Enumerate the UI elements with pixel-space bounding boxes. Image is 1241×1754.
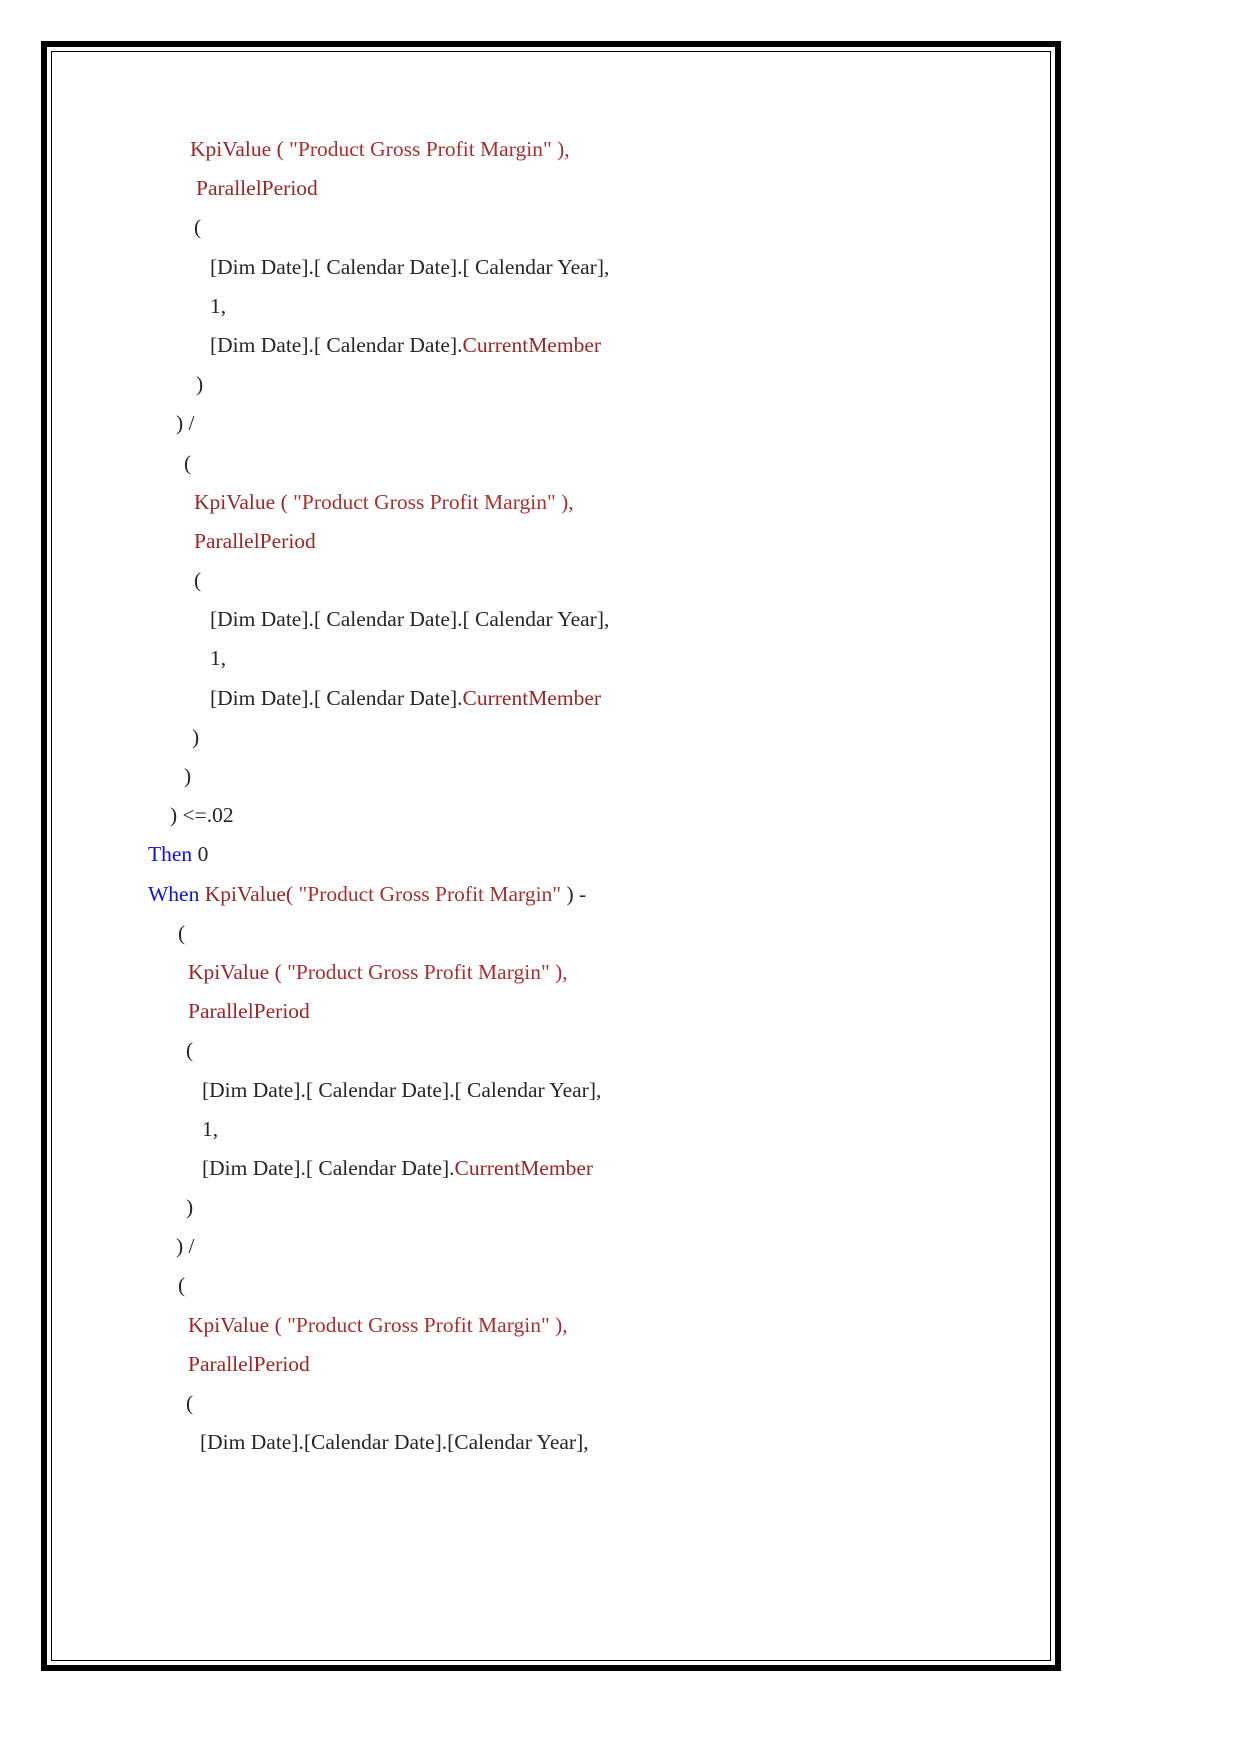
- code-line: (: [148, 444, 1040, 483]
- code-token: "Product Gross Profit Margin": [293, 489, 556, 514]
- code-token: ),: [551, 137, 570, 161]
- code-line: ParallelPeriod: [148, 992, 1040, 1031]
- code-token: (: [186, 1038, 194, 1063]
- code-line: (: [148, 1266, 1040, 1305]
- code-token: (: [178, 920, 186, 945]
- code-token: ): [184, 764, 192, 788]
- code-token: (: [275, 489, 294, 514]
- code-line: ): [148, 757, 1040, 796]
- code-line: [Dim Date].[ Calendar Date].[ Calendar Y…: [148, 600, 1040, 639]
- page-inner-border: KpiValue ( "Product Gross Profit Margin"…: [51, 51, 1051, 1661]
- code-line: ) /: [148, 1227, 1040, 1266]
- code-token: ),: [549, 1312, 568, 1337]
- code-token: 1,: [202, 1116, 219, 1141]
- code-line: KpiValue ( "Product Gross Profit Margin"…: [148, 1306, 1040, 1345]
- code-token: [Dim Date].[Calendar Date].[Calendar Yea…: [200, 1430, 589, 1455]
- code-token: 1,: [210, 646, 227, 671]
- code-token: ),: [555, 489, 574, 514]
- code-line: KpiValue ( "Product Gross Profit Margin"…: [148, 130, 1040, 169]
- code-token: "Product Gross Profit Margin": [287, 1312, 550, 1337]
- code-token: 1,: [210, 293, 227, 318]
- code-token: ) /: [176, 1234, 195, 1259]
- code-token: (: [194, 568, 202, 593]
- code-token: KpiValue: [188, 1312, 270, 1337]
- code-token: "Product Gross Profit Margin": [293, 881, 562, 906]
- code-token: (: [271, 137, 290, 161]
- code-token: ) -: [561, 881, 587, 906]
- code-line: Then 0: [148, 835, 1040, 874]
- code-token: "Product Gross Profit Margin": [289, 137, 552, 161]
- code-token: [Dim Date].[ Calendar Date].[ Calendar Y…: [202, 1077, 602, 1102]
- code-line: ParallelPeriod: [148, 169, 1040, 208]
- code-token: [Dim Date].[ Calendar Date].[ Calendar Y…: [210, 254, 610, 279]
- code-token: ),: [549, 959, 568, 984]
- code-token: CurrentMember: [462, 332, 602, 357]
- code-line: (: [148, 1384, 1040, 1423]
- code-token: KpiValue: [190, 137, 272, 161]
- code-token: ): [196, 372, 204, 397]
- code-line: When KpiValue( "Product Gross Profit Mar…: [148, 875, 1040, 914]
- code-token: (: [269, 1312, 288, 1337]
- code-line: KpiValue ( "Product Gross Profit Margin"…: [148, 953, 1040, 992]
- code-token: ) <=.02: [170, 803, 234, 828]
- code-token: [Dim Date].[ Calendar Date].: [202, 1155, 455, 1180]
- code-token: Then: [148, 842, 193, 867]
- code-token: (: [186, 1391, 194, 1415]
- code-token: When: [148, 881, 200, 906]
- code-line: [Dim Date].[ Calendar Date].CurrentMembe…: [148, 326, 1040, 365]
- code-line: (: [148, 208, 1040, 247]
- code-token: [Dim Date].[ Calendar Date].: [210, 332, 463, 357]
- code-token: KpiValue: [188, 959, 270, 984]
- code-line: ): [148, 1188, 1040, 1227]
- document-page: KpiValue ( "Product Gross Profit Margin"…: [41, 41, 1061, 1671]
- code-token: 0: [192, 842, 209, 867]
- code-line: ParallelPeriod: [148, 522, 1040, 561]
- code-token: CurrentMember: [462, 685, 602, 710]
- code-token: (: [184, 450, 192, 475]
- code-line: [Dim Date].[ Calendar Date].[ Calendar Y…: [148, 248, 1040, 287]
- code-line: ) /: [148, 404, 1040, 443]
- code-line: 1,: [148, 1110, 1040, 1149]
- code-line: [Dim Date].[ Calendar Date].CurrentMembe…: [148, 679, 1040, 718]
- code-token: (: [194, 215, 202, 240]
- code-token: ParallelPeriod: [188, 1351, 310, 1376]
- code-token: "Product Gross Profit Margin": [287, 959, 550, 984]
- code-listing: KpiValue ( "Product Gross Profit Margin"…: [148, 130, 1040, 1462]
- code-line: (: [148, 561, 1040, 600]
- code-line: ParallelPeriod: [148, 1345, 1040, 1384]
- code-token: KpiValue(: [204, 881, 294, 906]
- code-token: CurrentMember: [454, 1155, 594, 1180]
- code-line: 1,: [148, 639, 1040, 678]
- code-line: KpiValue ( "Product Gross Profit Margin"…: [148, 483, 1040, 522]
- code-token: ParallelPeriod: [196, 176, 318, 201]
- code-token: ParallelPeriod: [194, 528, 316, 553]
- code-line: ): [148, 718, 1040, 757]
- code-line: [Dim Date].[ Calendar Date].CurrentMembe…: [148, 1149, 1040, 1188]
- code-line: [Dim Date].[ Calendar Date].[ Calendar Y…: [148, 1071, 1040, 1110]
- code-token: KpiValue: [194, 489, 276, 514]
- code-token: ) /: [176, 411, 195, 436]
- code-token: [Dim Date].[ Calendar Date].: [210, 685, 463, 710]
- code-token: ): [192, 724, 200, 749]
- code-line: (: [148, 1031, 1040, 1070]
- code-token: [Dim Date].[ Calendar Date].[ Calendar Y…: [210, 607, 610, 632]
- code-line: ): [148, 365, 1040, 404]
- code-line: (: [148, 914, 1040, 953]
- code-token: ): [186, 1195, 194, 1220]
- code-token: (: [178, 1273, 186, 1298]
- code-line: 1,: [148, 287, 1040, 326]
- code-token: ParallelPeriod: [188, 999, 310, 1024]
- code-line: ) <=.02: [148, 796, 1040, 835]
- code-token: (: [269, 959, 288, 984]
- code-line: [Dim Date].[Calendar Date].[Calendar Yea…: [148, 1423, 1040, 1462]
